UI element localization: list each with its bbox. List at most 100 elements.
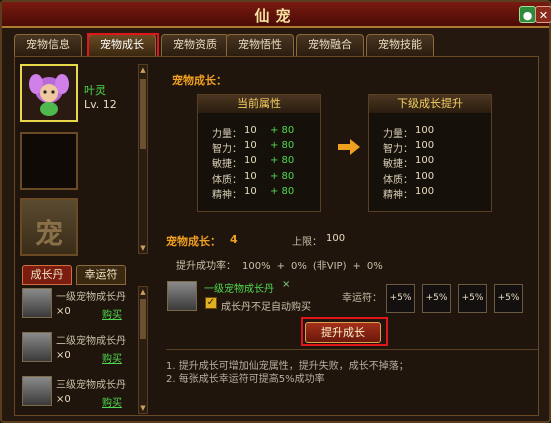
subtab-luck-charm[interactable]: 幸运符 (76, 265, 126, 285)
scroll-thumb[interactable] (140, 299, 146, 339)
growth-label: 宠物成长： (166, 235, 221, 248)
growth-pill-icon[interactable] (22, 376, 52, 406)
list-item[interactable]: 一级宠物成长丹 ×0 购买 (20, 286, 136, 324)
buy-link[interactable]: 购买 (102, 350, 122, 365)
item-name: 一级宠物成长丹 (56, 292, 126, 303)
limit-value: 100 (326, 233, 346, 244)
auto-buy-label: 成长丹不足自动购买 (221, 302, 311, 313)
attr-value: 100 (415, 186, 435, 197)
attr-value: 100 (415, 140, 435, 151)
next-level-header: 下级成长提升 (369, 95, 491, 113)
pet-avatar-slot[interactable] (20, 64, 78, 122)
buy-link[interactable]: 购买 (102, 394, 122, 409)
attr-row: 精神： 100 (369, 186, 493, 201)
close-icon[interactable]: ✕ (535, 6, 551, 23)
scroll-up-icon[interactable]: ▲ (139, 65, 147, 75)
tab-pet-fusion[interactable]: 宠物融合 (296, 34, 364, 56)
tab-pet-aptitude[interactable]: 宠物资质 (161, 34, 229, 56)
limit-label: 上限： (292, 237, 322, 248)
attr-row: 体质： 10 + 80 (198, 171, 322, 186)
rate-base: 100% (242, 261, 271, 272)
attr-label: 精神： (383, 190, 413, 201)
current-attributes-header: 当前属性 (198, 95, 320, 113)
attr-label: 力量： (383, 129, 413, 140)
notes: 1. 提升成长可增加仙宠属性，提升失败，成长不掉落； 2. 每张成长幸运符可提高… (166, 360, 409, 386)
section-title: 宠物成长： (172, 74, 227, 87)
attr-value: 100 (415, 155, 435, 166)
divider (166, 349, 538, 350)
item-count: ×0 (56, 350, 71, 361)
luck-slot[interactable]: +5% (458, 284, 487, 313)
pet-slot-locked[interactable]: 宠 (20, 198, 78, 256)
luck-slot[interactable]: +5% (494, 284, 523, 313)
remove-item-icon[interactable]: × (282, 279, 290, 290)
pet-slot-icon: 宠 (34, 217, 63, 250)
attr-label: 力量： (212, 129, 242, 140)
pet-level: Lv. 12 (84, 98, 117, 111)
attr-bonus: + 80 (270, 171, 295, 182)
tab-pet-comprehension[interactable]: 宠物悟性 (226, 34, 294, 56)
current-attributes-box: 当前属性 力量： 10 + 80 智力： 10 + 80 敏捷： 10 + 80 体质： 10… (197, 94, 321, 212)
attr-row: 力量： 100 (369, 125, 493, 140)
selected-item-name: 一级宠物成长丹 (204, 284, 274, 295)
pet-name: 叶灵 (84, 84, 106, 97)
luck-charm-label: 幸运符： (342, 293, 382, 304)
rate-plus: + (352, 261, 361, 272)
upgrade-growth-button[interactable]: 提升成长 (305, 322, 381, 343)
luck-slot[interactable]: +5% (386, 284, 415, 313)
note-line: 2. 每张成长幸运符可提高5%成功率 (166, 374, 325, 385)
growth-value: 4 (230, 233, 238, 246)
rate-vip-value: 0% (290, 261, 307, 272)
success-rate-line: 提升成功率： 100% +0% (非VIP) +0% (176, 257, 389, 272)
auto-buy-checkbox[interactable]: ✓ (205, 297, 217, 309)
rate-plus: + (276, 261, 285, 272)
attr-bonus: + 80 (270, 155, 295, 166)
attr-label: 敏捷： (383, 159, 413, 170)
attr-row: 智力： 100 (369, 140, 493, 155)
attr-bonus: + 80 (270, 125, 295, 136)
scroll-up-icon[interactable]: ▲ (139, 287, 147, 297)
attr-row: 敏捷： 10 + 80 (198, 155, 322, 170)
subtab-growth-pill[interactable]: 成长丹 (22, 265, 72, 285)
pet-slot-empty[interactable] (20, 132, 78, 190)
growth-pill-icon[interactable] (22, 332, 52, 362)
scroll-down-icon[interactable]: ▼ (139, 403, 147, 413)
tab-pet-skills[interactable]: 宠物技能 (366, 34, 434, 56)
window-title: 仙宠 (254, 7, 297, 25)
rate-novip: (非VIP) (312, 261, 347, 272)
attr-value: 10 (244, 140, 257, 151)
scroll-thumb[interactable] (140, 79, 146, 149)
item-count: ×0 (56, 394, 71, 405)
rate-label: 提升成功率： (176, 261, 236, 272)
item-name: 二级宠物成长丹 (56, 336, 126, 347)
attr-row: 精神： 10 + 80 (198, 186, 322, 201)
attr-row: 智力： 10 + 80 (198, 140, 322, 155)
attr-label: 精神： (212, 190, 242, 201)
attr-value: 10 (244, 186, 257, 197)
item-list-scrollbar[interactable]: ▲ ▼ (138, 286, 148, 414)
buy-link[interactable]: 购买 (102, 306, 122, 321)
attr-row: 体质： 100 (369, 171, 493, 186)
selected-item-icon[interactable] (167, 281, 197, 311)
note-line: 1. 提升成长可增加仙宠属性，提升失败，成长不掉落； (166, 361, 409, 372)
growth-pill-icon[interactable] (22, 288, 52, 318)
attr-value: 10 (244, 125, 257, 136)
help-icon[interactable]: ● (519, 6, 536, 23)
next-level-box: 下级成长提升 力量： 100 智力： 100 敏捷： 100 体质： 100 精神： 10… (368, 94, 492, 212)
list-item[interactable]: 二级宠物成长丹 ×0 购买 (20, 330, 136, 368)
item-count: ×0 (56, 306, 71, 317)
attr-value: 100 (415, 125, 435, 136)
scroll-down-icon[interactable]: ▼ (139, 243, 147, 253)
tab-pet-info[interactable]: 宠物信息 (14, 34, 82, 56)
luck-slot[interactable]: +5% (422, 284, 451, 313)
pet-list-scrollbar[interactable]: ▲ ▼ (138, 64, 148, 254)
attr-label: 智力： (212, 144, 242, 155)
list-item[interactable]: 三级宠物成长丹 ×0 购买 (20, 374, 136, 412)
attr-row: 力量： 10 + 80 (198, 125, 322, 140)
arrow-right-icon (338, 139, 360, 155)
attr-label: 智力： (383, 144, 413, 155)
attr-value: 10 (244, 155, 257, 166)
attr-label: 体质： (212, 175, 242, 186)
attr-bonus: + 80 (270, 140, 295, 151)
title-bar[interactable]: 仙宠 ● ✕ (2, 2, 551, 28)
